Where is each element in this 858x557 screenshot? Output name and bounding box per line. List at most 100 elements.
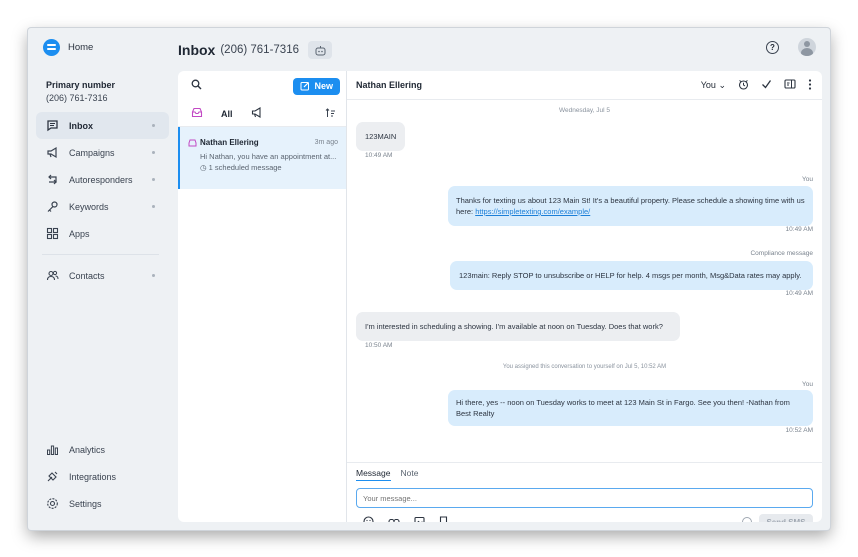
chat-contact-name: Nathan Ellering xyxy=(356,80,423,90)
assignee-label: You xyxy=(700,79,716,90)
apps-grid-icon xyxy=(46,227,59,240)
message-input[interactable] xyxy=(356,488,813,508)
conversation-time: 3m ago xyxy=(314,139,338,146)
sidebar-item-label: Autoresponders xyxy=(69,174,133,185)
primary-number: Primary number (206) 761-7316 xyxy=(46,79,115,105)
sidebar-item-integrations[interactable]: Integrations xyxy=(36,463,169,490)
conversation-contact: Nathan Ellering xyxy=(188,138,259,147)
megaphone-filter-icon[interactable] xyxy=(251,107,263,120)
bookmark-icon[interactable] xyxy=(439,516,448,522)
top-bar: Inbox (206) 761-7316 ? xyxy=(176,28,830,71)
sidebar-item-label: Inbox xyxy=(69,120,93,131)
nav-divider xyxy=(42,254,159,255)
incoming-message: 123MAIN xyxy=(356,122,406,151)
autoresponder-icon xyxy=(46,173,59,186)
key-icon xyxy=(46,200,59,213)
sidebar-item-label: Contacts xyxy=(69,270,105,281)
bottom-nav: Analytics Integrations Settings xyxy=(36,436,169,517)
message-sender: You xyxy=(802,176,813,183)
sidebar-item-campaigns[interactable]: Campaigns xyxy=(36,139,169,166)
snooze-icon[interactable] xyxy=(738,79,749,92)
integrations-icon xyxy=(46,470,59,483)
compose-icon xyxy=(300,82,310,91)
home-label: Home xyxy=(68,42,94,53)
sidebar-item-inbox[interactable]: Inbox xyxy=(36,112,169,139)
new-button-label: New xyxy=(314,81,333,91)
schedule-clock-icon[interactable] xyxy=(742,517,752,522)
sidebar: Home Primary number (206) 761-7316 Inbox… xyxy=(28,28,176,530)
main-nav: Inbox Campaigns Autoresponders Keywords … xyxy=(36,112,169,289)
tab-message[interactable]: Message xyxy=(356,468,391,481)
message-thread: Wednesday, Jul 5 123MAIN 10:49 AM You Th… xyxy=(347,100,822,462)
list-item[interactable]: Nathan Ellering 3m ago Hi Nathan, you ha… xyxy=(178,127,346,189)
checkmark-icon[interactable] xyxy=(761,79,772,91)
link-icon[interactable] xyxy=(388,516,400,522)
app-window: Home Primary number (206) 761-7316 Inbox… xyxy=(28,28,830,530)
message-time: 10:49 AM xyxy=(365,152,393,159)
sidebar-item-apps[interactable]: Apps xyxy=(36,220,169,247)
chat-actions: You ⌄ xyxy=(701,78,812,92)
clock-icon: ◷ xyxy=(200,163,209,172)
conversation-row: Nathan Ellering 3m ago xyxy=(188,138,338,147)
robot-icon xyxy=(315,45,325,55)
nav-dot xyxy=(152,205,155,208)
inbox-filter-icon[interactable] xyxy=(191,107,203,120)
assignee-dropdown[interactable]: You ⌄ xyxy=(701,80,726,91)
nav-dot xyxy=(152,178,155,181)
help-icon[interactable]: ? xyxy=(766,41,779,54)
date-divider: Wednesday, Jul 5 xyxy=(558,107,611,114)
conversation-preview: Hi Nathan, you have an appointment at... xyxy=(200,152,337,161)
sidebar-item-keywords[interactable]: Keywords xyxy=(36,193,169,220)
nav-dot xyxy=(152,274,155,277)
more-options-icon[interactable] xyxy=(808,78,812,92)
search-icon[interactable] xyxy=(191,79,202,93)
sidebar-item-autoresponders[interactable]: Autoresponders xyxy=(36,166,169,193)
page-title-number: (206) 761-7316 xyxy=(220,44,299,56)
chat-panel: Nathan Ellering You ⌄ Wednesday, Jul 5 1… xyxy=(347,71,822,522)
primary-number-label: Primary number xyxy=(46,80,116,90)
compliance-label: Compliance message xyxy=(750,250,813,257)
primary-number-value: (206) 761-7316 xyxy=(46,93,108,103)
conversation-list: New All Nathan Ellering 3m ago Hi Nathan… xyxy=(178,71,347,522)
message-time: 10:52 AM xyxy=(785,427,813,434)
sidebar-item-label: Campaigns xyxy=(69,147,115,158)
megaphone-icon xyxy=(46,146,59,159)
tab-note[interactable]: Note xyxy=(401,468,419,481)
home-link[interactable]: Home xyxy=(43,39,93,56)
composer-tools xyxy=(363,516,448,522)
message-time: 10:50 AM xyxy=(365,342,393,349)
sidebar-item-analytics[interactable]: Analytics xyxy=(36,436,169,463)
system-note: You assigned this conversation to yourse… xyxy=(502,364,667,370)
bar-chart-icon xyxy=(46,443,59,456)
inbox-card: New All Nathan Ellering 3m ago Hi Nathan… xyxy=(178,71,822,522)
message-link[interactable]: https://simpletexting.com/example/ xyxy=(475,207,590,216)
send-sms-button[interactable]: Send SMS xyxy=(759,514,813,522)
sidebar-item-label: Keywords xyxy=(69,201,109,212)
gear-icon xyxy=(46,497,59,510)
sidebar-item-contacts[interactable]: Contacts xyxy=(36,262,169,289)
outgoing-message: Hi there, yes -- noon on Tuesday works t… xyxy=(448,390,813,426)
nav-dot xyxy=(152,124,155,127)
composer-tabs: Message Note xyxy=(356,468,418,481)
bot-button[interactable] xyxy=(308,41,332,59)
contact-panel-icon[interactable] xyxy=(784,79,796,91)
filter-all[interactable]: All xyxy=(221,109,233,119)
sidebar-item-label: Analytics xyxy=(69,444,106,455)
composer: Message Note Your message... xyxy=(347,462,822,522)
sidebar-item-label: Integrations xyxy=(69,471,117,482)
page-title-text: Inbox xyxy=(178,42,216,58)
sort-icon[interactable] xyxy=(325,107,336,120)
sidebar-item-settings[interactable]: Settings xyxy=(36,490,169,517)
new-conversation-button[interactable]: New xyxy=(293,77,340,95)
image-icon[interactable] xyxy=(414,516,425,522)
scheduled-info: ◷ 1 scheduled message xyxy=(188,163,338,172)
scheduled-text: 1 scheduled message xyxy=(208,163,282,172)
contacts-icon xyxy=(46,269,59,282)
incoming-message: I'm interested in scheduling a showing. … xyxy=(356,312,680,341)
inbox-icon xyxy=(188,139,197,146)
emoji-icon[interactable] xyxy=(363,516,374,522)
avatar[interactable] xyxy=(798,38,816,56)
chevron-down-icon: ⌄ xyxy=(718,79,726,90)
page-title: Inbox (206) 761-7316 xyxy=(178,41,332,59)
chat-header: Nathan Ellering You ⌄ xyxy=(347,71,822,100)
